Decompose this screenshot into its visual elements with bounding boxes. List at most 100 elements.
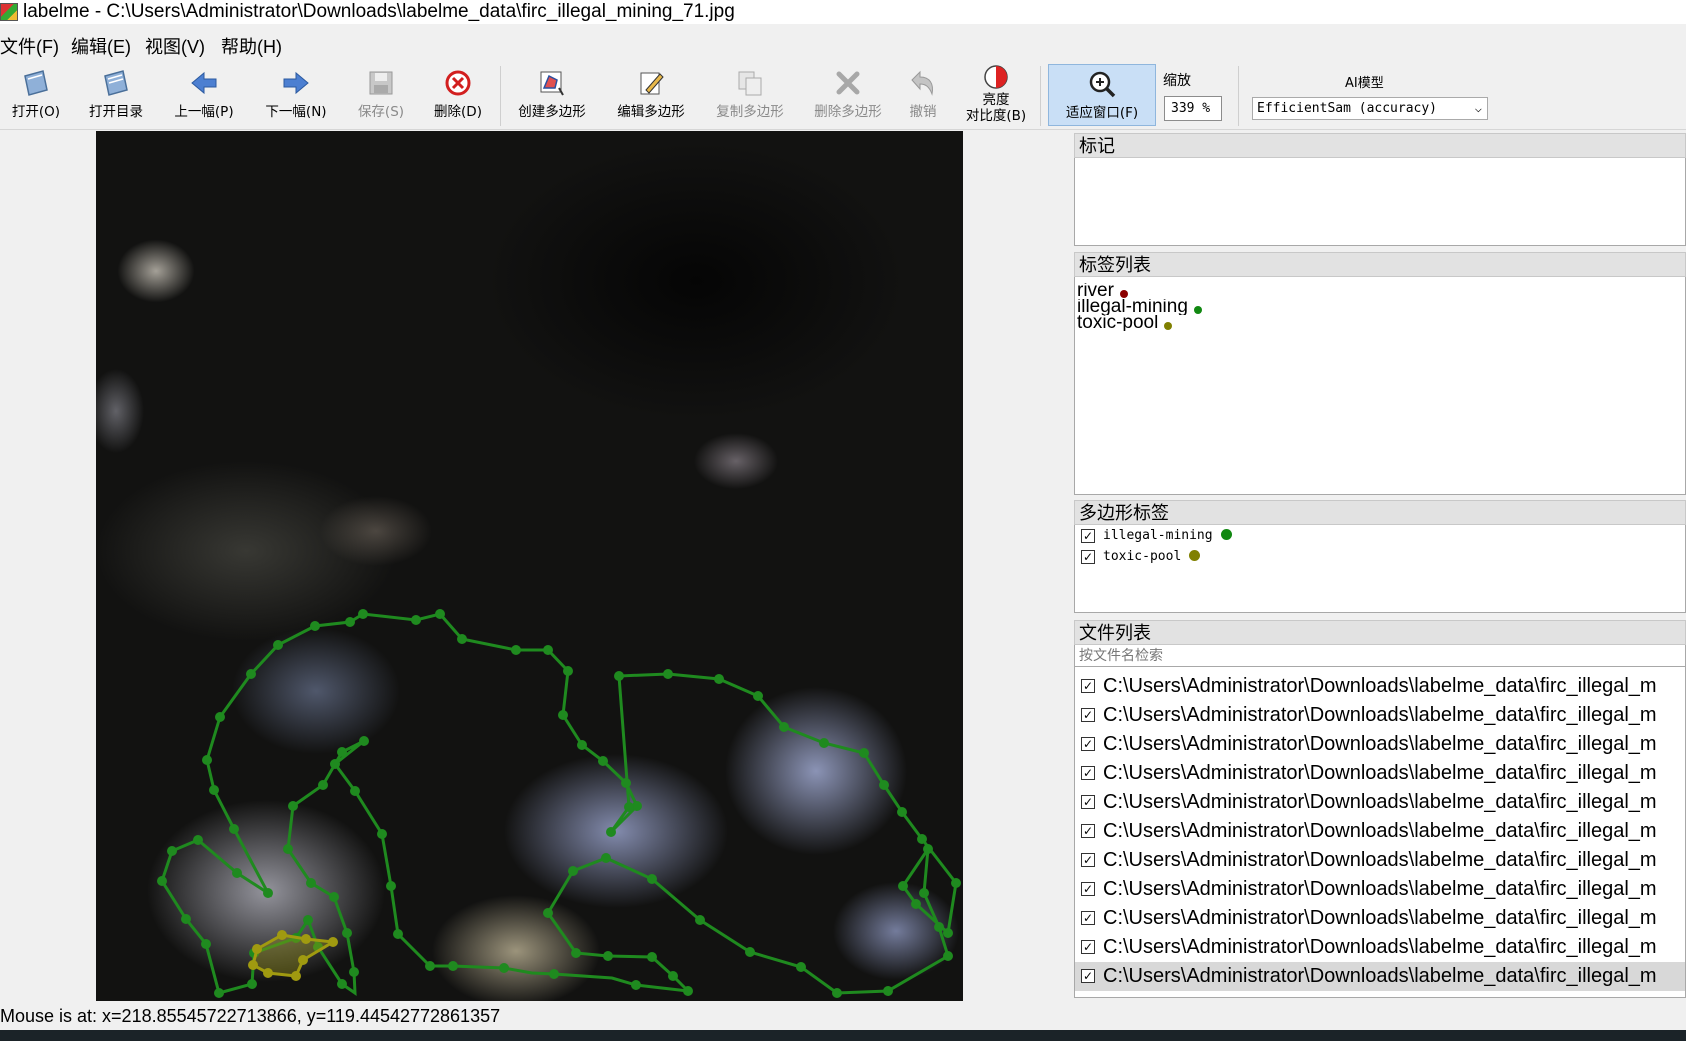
polygon-label-name: toxic-pool — [1103, 549, 1182, 564]
brightness-contrast-button[interactable]: 亮度 对比度(B) — [958, 64, 1034, 126]
open-dir-button[interactable]: 打开目录 — [80, 64, 152, 126]
file-item[interactable]: ✓ C:\Users\Administrator\Downloads\labelm… — [1075, 904, 1685, 933]
copy-polygon-button[interactable]: 复制多边形 — [710, 64, 790, 126]
menu-edit[interactable]: 编辑(E) — [71, 33, 131, 59]
open-dir-label: 打开目录 — [89, 104, 143, 120]
annotation-overlay[interactable] — [96, 131, 963, 1001]
next-label: 下一幅(N) — [265, 104, 327, 120]
arrow-right-icon — [283, 71, 309, 95]
file-path: C:\Users\Administrator\Downloads\labelme… — [1103, 907, 1657, 929]
flags-panel: 标记 — [1074, 133, 1686, 246]
file-checkbox[interactable]: ✓ — [1081, 940, 1095, 954]
file-item[interactable]: ✓ C:\Users\Administrator\Downloads\labelm… — [1075, 730, 1685, 759]
delete-file-button[interactable]: 删除(D) — [428, 64, 488, 126]
file-checkbox[interactable]: ✓ — [1081, 708, 1095, 722]
file-checkbox[interactable]: ✓ — [1081, 882, 1095, 896]
file-checkbox[interactable]: ✓ — [1081, 737, 1095, 751]
file-checkbox[interactable]: ✓ — [1081, 795, 1095, 809]
delete-circle-icon — [445, 70, 471, 96]
file-path: C:\Users\Administrator\Downloads\labelme… — [1103, 878, 1657, 900]
file-item[interactable]: ✓ C:\Users\Administrator\Downloads\labelm… — [1075, 846, 1685, 875]
taskbar — [0, 1030, 1686, 1041]
toolbar-separator — [1040, 66, 1041, 126]
file-item[interactable]: ✓ C:\Users\Administrator\Downloads\labelm… — [1075, 788, 1685, 817]
file-list[interactable]: ✓ C:\Users\Administrator\Downloads\labelm… — [1074, 667, 1686, 998]
satellite-image[interactable] — [96, 131, 963, 1001]
file-checkbox[interactable]: ✓ — [1081, 969, 1095, 983]
file-item[interactable]: ✓ C:\Users\Administrator\Downloads\labelm… — [1075, 672, 1685, 701]
file-path: C:\Users\Administrator\Downloads\labelme… — [1103, 936, 1657, 958]
toxic-color-dot — [1189, 550, 1201, 561]
file-item[interactable]: ✓ C:\Users\Administrator\Downloads\labelm… — [1075, 817, 1685, 846]
save-label: 保存(S) — [357, 104, 405, 120]
label-item-river[interactable]: river — [1075, 283, 1685, 299]
undo-button[interactable]: 撤销 — [902, 64, 944, 126]
open-button[interactable]: 打开(O) — [4, 64, 68, 126]
next-image-button[interactable]: 下一幅(N) — [259, 64, 333, 126]
polygon-item-toxic-pool[interactable]: ✓ toxic-pool — [1075, 546, 1685, 567]
zoom-input[interactable]: 339 % — [1164, 96, 1222, 121]
polygon-labels-panel: 多边形标签 ✓ illegal-mining ✓ toxic-pool — [1074, 500, 1686, 613]
prev-image-button[interactable]: 上一幅(P) — [167, 64, 241, 126]
mining-color-dot — [1193, 306, 1202, 314]
open-folder-icon — [104, 70, 128, 96]
file-checkbox[interactable]: ✓ — [1081, 679, 1095, 693]
polygon-labels-list[interactable]: ✓ illegal-mining ✓ toxic-pool — [1074, 525, 1686, 613]
file-item[interactable]: ✓ C:\Users\Administrator\Downloads\labelm… — [1075, 933, 1685, 962]
brightness-label: 亮度 — [982, 92, 1010, 108]
brightness-contrast-icon — [984, 65, 1008, 89]
menu-help[interactable]: 帮助(H) — [221, 33, 282, 59]
file-item-selected[interactable]: ✓ C:\Users\Administrator\Downloads\labelm… — [1075, 962, 1685, 991]
prev-label: 上一幅(P) — [174, 104, 234, 120]
ai-model-value: EfficientSam (accuracy) — [1257, 101, 1438, 116]
file-path: C:\Users\Administrator\Downloads\labelme… — [1103, 675, 1657, 697]
menu-view[interactable]: 视图(V) — [145, 33, 205, 59]
toolbar-separator — [500, 66, 501, 126]
label-name: toxic-pool — [1077, 315, 1159, 331]
create-polygon-label: 创建多边形 — [518, 104, 586, 120]
fit-window-button[interactable]: 适应窗口(F) — [1048, 64, 1156, 126]
toxic-color-dot — [1164, 322, 1173, 330]
file-checkbox[interactable]: ✓ — [1081, 911, 1095, 925]
menu-file[interactable]: 文件(F) — [0, 33, 59, 59]
file-checkbox[interactable]: ✓ — [1081, 853, 1095, 867]
label-name: illegal-mining — [1077, 299, 1188, 315]
polygon-visible-checkbox[interactable]: ✓ — [1081, 529, 1095, 543]
delete-polygon-button[interactable]: 删除多边形 — [807, 64, 889, 126]
file-item[interactable]: ✓ C:\Users\Administrator\Downloads\labelm… — [1075, 759, 1685, 788]
file-item[interactable]: ✓ C:\Users\Administrator\Downloads\labelm… — [1075, 701, 1685, 730]
canvas-area[interactable] — [0, 131, 1068, 1003]
polygon-item-illegal-mining[interactable]: ✓ illegal-mining — [1075, 525, 1685, 546]
flags-list[interactable] — [1074, 158, 1686, 246]
label-name: river — [1077, 283, 1114, 299]
chevron-down-icon: ⌵ — [1474, 101, 1482, 115]
open-file-icon — [24, 70, 48, 96]
labels-panel-title: 标签列表 — [1074, 252, 1686, 277]
polygon-visible-checkbox[interactable]: ✓ — [1081, 550, 1095, 564]
file-checkbox[interactable]: ✓ — [1081, 766, 1095, 780]
open-label: 打开(O) — [11, 104, 61, 120]
mining-color-dot — [1220, 529, 1232, 540]
create-polygon-icon — [540, 71, 564, 96]
label-item-toxic-pool[interactable]: toxic-pool — [1075, 315, 1685, 331]
zoom-fit-icon — [1089, 71, 1116, 98]
flags-panel-title: 标记 — [1074, 133, 1686, 158]
file-list-panel-title: 文件列表 — [1074, 620, 1686, 645]
file-item[interactable]: ✓ C:\Users\Administrator\Downloads\labelm… — [1075, 875, 1685, 904]
edit-polygon-button[interactable]: 编辑多边形 — [610, 64, 692, 126]
save-disk-icon — [369, 71, 393, 95]
status-bar: Mouse is at: x=218.85545722713866, y=119… — [0, 1006, 501, 1026]
label-item-illegal-mining[interactable]: illegal-mining — [1075, 299, 1685, 315]
undo-arrow-icon — [911, 70, 933, 96]
file-search-input[interactable]: 按文件名检索 — [1074, 645, 1686, 667]
save-button[interactable]: 保存(S) — [350, 64, 412, 126]
file-path: C:\Users\Administrator\Downloads\labelme… — [1103, 704, 1657, 726]
polygon-label-name: illegal-mining — [1103, 528, 1213, 543]
file-checkbox[interactable]: ✓ — [1081, 824, 1095, 838]
toolbar-separator — [1238, 66, 1239, 126]
file-path: C:\Users\Administrator\Downloads\labelme… — [1103, 820, 1657, 842]
file-list-panel: 文件列表 按文件名检索 ✓ C:\Users\Administrator\Down… — [1074, 620, 1686, 998]
create-polygon-button[interactable]: 创建多边形 — [512, 64, 592, 126]
labels-list[interactable]: river illegal-mining toxic-pool — [1074, 277, 1686, 495]
ai-model-select[interactable]: EfficientSam (accuracy) ⌵ — [1252, 97, 1488, 120]
